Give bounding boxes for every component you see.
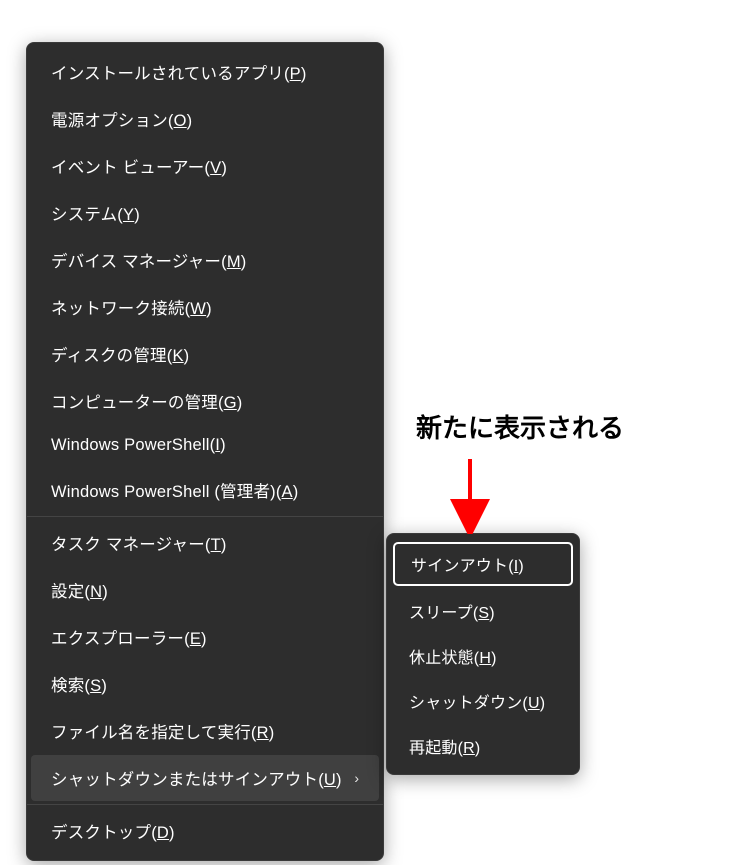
menu-item-label: デスクトップ(D) [51, 819, 175, 843]
menu-item-label: ファイル名を指定して実行(R) [51, 719, 274, 743]
menu-item[interactable]: ディスクの管理(K) [31, 331, 379, 377]
menu-item-label: デバイス マネージャー(M) [51, 248, 247, 272]
menu-item[interactable]: 電源オプション(O) [31, 96, 379, 142]
menu-item[interactable]: デバイス マネージャー(M) [31, 237, 379, 283]
annotation-text: 新たに表示される [416, 408, 624, 445]
menu-item[interactable]: イベント ビューアー(V) [31, 143, 379, 189]
menu-item[interactable]: Windows PowerShell (管理者)(A) [31, 467, 379, 513]
menu-item-label: シャットダウン(U) [409, 689, 545, 713]
menu-item-label: コンピューターの管理(G) [51, 389, 242, 413]
submenu-item[interactable]: シャットダウン(U) [391, 679, 575, 723]
menu-item-label: インストールされているアプリ(P) [51, 60, 307, 84]
menu-item[interactable]: タスク マネージャー(T) [31, 520, 379, 566]
winx-context-menu: インストールされているアプリ(P) 電源オプション(O) イベント ビューアー(V)… [26, 42, 384, 861]
menu-separator [27, 516, 383, 517]
menu-item[interactable]: エクスプローラー(E) [31, 614, 379, 660]
menu-item-label: ネットワーク接続(W) [51, 295, 212, 319]
chevron-right-icon: › [354, 770, 359, 786]
menu-item[interactable]: 検索(S) [31, 661, 379, 707]
menu-item[interactable]: ファイル名を指定して実行(R) [31, 708, 379, 754]
menu-item-label: スリープ(S) [409, 599, 495, 623]
menu-item[interactable]: Windows PowerShell(I) [31, 425, 379, 466]
menu-item-label: 設定(N) [51, 578, 108, 602]
menu-item-label: Windows PowerShell(I) [51, 436, 226, 455]
menu-item-label: ディスクの管理(K) [51, 342, 189, 366]
menu-item[interactable]: インストールされているアプリ(P) [31, 49, 379, 95]
menu-item-label: シャットダウンまたはサインアウト(U) [51, 766, 342, 790]
menu-item[interactable]: ネットワーク接続(W) [31, 284, 379, 330]
menu-item-label: エクスプローラー(E) [51, 625, 207, 649]
menu-item[interactable]: システム(Y) [31, 190, 379, 236]
menu-item-label: タスク マネージャー(T) [51, 531, 227, 555]
menu-item[interactable]: シャットダウンまたはサインアウト(U) › [31, 755, 379, 801]
menu-item-label: 再起動(R) [409, 734, 480, 758]
menu-separator [27, 804, 383, 805]
submenu-item[interactable]: 再起動(R) [391, 724, 575, 768]
submenu-item[interactable]: スリープ(S) [391, 589, 575, 633]
menu-item-label: 検索(S) [51, 672, 107, 696]
menu-item-label: 休止状態(H) [409, 644, 497, 668]
menu-item[interactable]: コンピューターの管理(G) [31, 378, 379, 424]
menu-item-label: 電源オプション(O) [51, 107, 192, 131]
menu-item[interactable]: 設定(N) [31, 567, 379, 613]
submenu-item[interactable]: 休止状態(H) [391, 634, 575, 678]
menu-item[interactable]: デスクトップ(D) [31, 808, 379, 854]
annotation-arrow-icon [450, 454, 490, 534]
submenu-item[interactable]: サインアウト(I) [393, 542, 573, 586]
menu-item-label: システム(Y) [51, 201, 140, 225]
menu-item-label: サインアウト(I) [411, 552, 524, 576]
shutdown-submenu: サインアウト(I) スリープ(S) 休止状態(H) シャットダウン(U) 再起動(R) [386, 533, 580, 775]
menu-item-label: イベント ビューアー(V) [51, 154, 227, 178]
menu-item-label: Windows PowerShell (管理者)(A) [51, 478, 298, 502]
